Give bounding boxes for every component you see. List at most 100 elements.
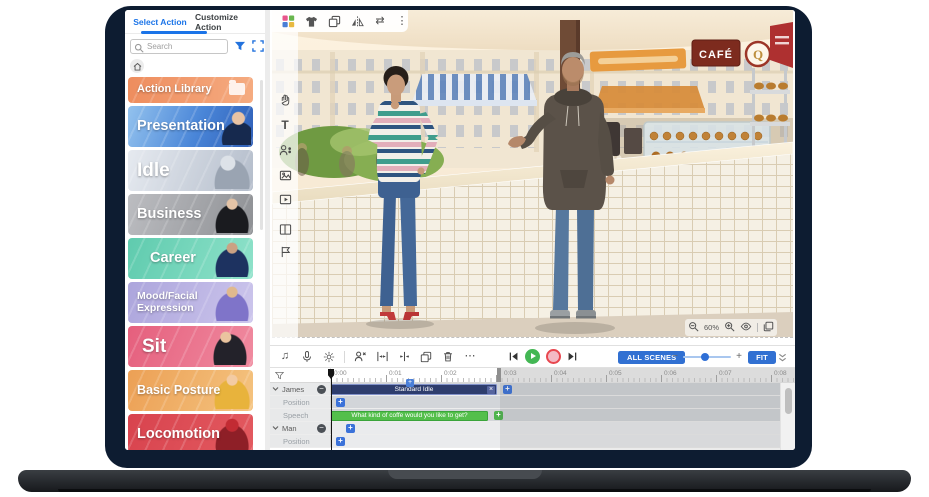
list-item-business[interactable]: Business <box>128 194 253 235</box>
remove-clip-icon[interactable]: × <box>487 386 495 394</box>
timeline-zoom-slider: − + <box>670 346 744 367</box>
zoom-out-icon[interactable] <box>688 321 699 334</box>
viewport-zoom-controls: 60% <box>685 319 777 336</box>
mic-icon[interactable] <box>300 350 314 364</box>
search-box[interactable] <box>130 39 228 54</box>
laptop-screen: Select Action Customize Action <box>105 6 812 468</box>
skip-end-icon[interactable] <box>567 351 578 362</box>
timeline-tracks: Standard Idle × + James − <box>270 383 780 450</box>
home-button[interactable] <box>130 59 144 73</box>
funnel-icon[interactable] <box>275 371 284 382</box>
track-header-position[interactable]: Position <box>270 396 331 408</box>
list-item-career[interactable]: Career <box>128 238 253 279</box>
actor-icon[interactable] <box>278 143 292 157</box>
track-james-lane[interactable]: Standard Idle × + <box>331 383 780 395</box>
align-in-icon[interactable] <box>375 350 389 364</box>
fit-button[interactable]: FIT <box>748 351 776 364</box>
record-button[interactable] <box>546 349 561 364</box>
list-item-presentation[interactable]: Presentation <box>128 106 253 147</box>
patisserie-banner <box>590 48 687 71</box>
face <box>387 75 405 96</box>
text-tool-icon[interactable]: T <box>278 118 292 132</box>
remove-track-icon[interactable]: − <box>317 385 326 394</box>
tab-customize-action[interactable]: Customize Action <box>195 10 265 33</box>
slider-plus[interactable]: + <box>734 351 744 362</box>
speech-clip[interactable]: What kind of coffe would you like to get… <box>331 411 488 421</box>
track-man-lane[interactable]: + <box>331 422 780 434</box>
image-icon[interactable] <box>278 168 292 182</box>
collapse-icon[interactable] <box>777 352 788 365</box>
more-icon[interactable]: ⋮ <box>396 14 408 28</box>
add-key-button[interactable]: + <box>336 437 345 446</box>
skip-start-icon[interactable] <box>508 351 519 362</box>
flag-icon[interactable] <box>278 244 292 258</box>
clothes-icon[interactable] <box>305 14 318 28</box>
viewport-toolbar: ⇄ ⋮ <box>272 10 408 32</box>
track-james: Standard Idle × + James − <box>270 383 780 396</box>
full-frame-icon[interactable] <box>763 321 774 334</box>
list-item-action-library[interactable]: Action Library <box>128 77 253 103</box>
duplicate-icon[interactable] <box>328 14 341 28</box>
track-header-james[interactable]: James − <box>270 383 331 395</box>
3d-scene[interactable]: CAFÉ Q <box>272 10 793 338</box>
slider-thumb[interactable] <box>701 353 709 361</box>
filter-icon[interactable] <box>234 40 246 53</box>
insert-action-handle[interactable]: + <box>406 379 414 387</box>
light-icon[interactable] <box>322 350 336 364</box>
striped-shirt <box>377 100 422 182</box>
play-button[interactable] <box>525 349 540 364</box>
sidebar-scrollbar[interactable] <box>260 80 263 230</box>
home-icon <box>133 62 142 71</box>
slider-track[interactable] <box>683 356 731 358</box>
awning-blue <box>412 74 537 106</box>
search-input[interactable] <box>147 42 227 51</box>
more-h-icon[interactable]: ⋯ <box>463 350 477 364</box>
folder-icon <box>229 83 245 95</box>
timeline-ruler[interactable]: 0:00 0:01 0:02 0:03 0:04 0:05 0:06 0:07 … <box>270 368 795 383</box>
time-label: 0:06 <box>664 370 677 377</box>
playhead[interactable] <box>331 369 333 450</box>
timeline-scrollbar[interactable] <box>780 383 795 450</box>
list-item-mood-facial-expression[interactable]: Mood/Facial Expression <box>128 282 253 323</box>
pan-icon[interactable] <box>278 92 292 106</box>
actor-mute-icon[interactable] <box>353 350 367 364</box>
3d-canvas[interactable]: CAFÉ Q <box>272 10 793 338</box>
add-key-button[interactable]: + <box>336 398 345 407</box>
copy-icon[interactable] <box>419 350 433 364</box>
media-icon[interactable] <box>278 192 292 206</box>
delete-icon[interactable] <box>441 350 455 364</box>
scrollbar-thumb[interactable] <box>785 388 792 414</box>
transfer-icon[interactable]: ⇄ <box>374 14 386 28</box>
scene-end-marker[interactable] <box>497 368 501 382</box>
track-header-position[interactable]: Position <box>270 435 331 447</box>
chevron-down-icon <box>272 425 279 431</box>
action-clip[interactable]: Standard Idle × <box>331 384 497 395</box>
tab-select-action[interactable]: Select Action <box>125 10 195 33</box>
add-action-button[interactable]: + <box>503 385 512 394</box>
list-item-basic-posture[interactable]: Basic Posture <box>128 370 253 411</box>
action-category-list: Action Library Presentation Idle Busines… <box>128 77 256 450</box>
remove-track-icon[interactable]: − <box>317 424 326 433</box>
time-label: 0:08 <box>774 370 787 377</box>
track-position-lane[interactable]: + <box>331 435 780 447</box>
page: Select Action Customize Action <box>0 0 929 497</box>
track-header-speech[interactable]: Speech <box>270 409 331 421</box>
audio-icon[interactable]: ♫ <box>278 350 292 364</box>
divider <box>757 323 758 332</box>
camera-view-icon[interactable] <box>740 321 752 334</box>
track-position-lane[interactable]: + <box>331 396 780 408</box>
zoom-in-icon[interactable] <box>724 321 735 334</box>
track-speech-lane[interactable]: What kind of coffe would you like to get… <box>331 409 780 421</box>
material-icon[interactable] <box>282 14 295 28</box>
list-item-sit[interactable]: Sit <box>128 326 253 367</box>
expand-icon[interactable] <box>252 40 264 53</box>
list-item-idle[interactable]: Idle <box>128 150 253 191</box>
slider-minus[interactable]: − <box>670 351 680 362</box>
add-speech-button[interactable]: + <box>494 411 503 420</box>
panel-icon[interactable] <box>278 222 292 236</box>
track-header-man[interactable]: Man − <box>270 422 331 434</box>
add-action-button[interactable]: + <box>346 424 355 433</box>
mirror-icon[interactable] <box>351 14 364 28</box>
align-out-icon[interactable] <box>397 350 411 364</box>
list-item-locomotion[interactable]: Locomotion <box>128 414 253 450</box>
